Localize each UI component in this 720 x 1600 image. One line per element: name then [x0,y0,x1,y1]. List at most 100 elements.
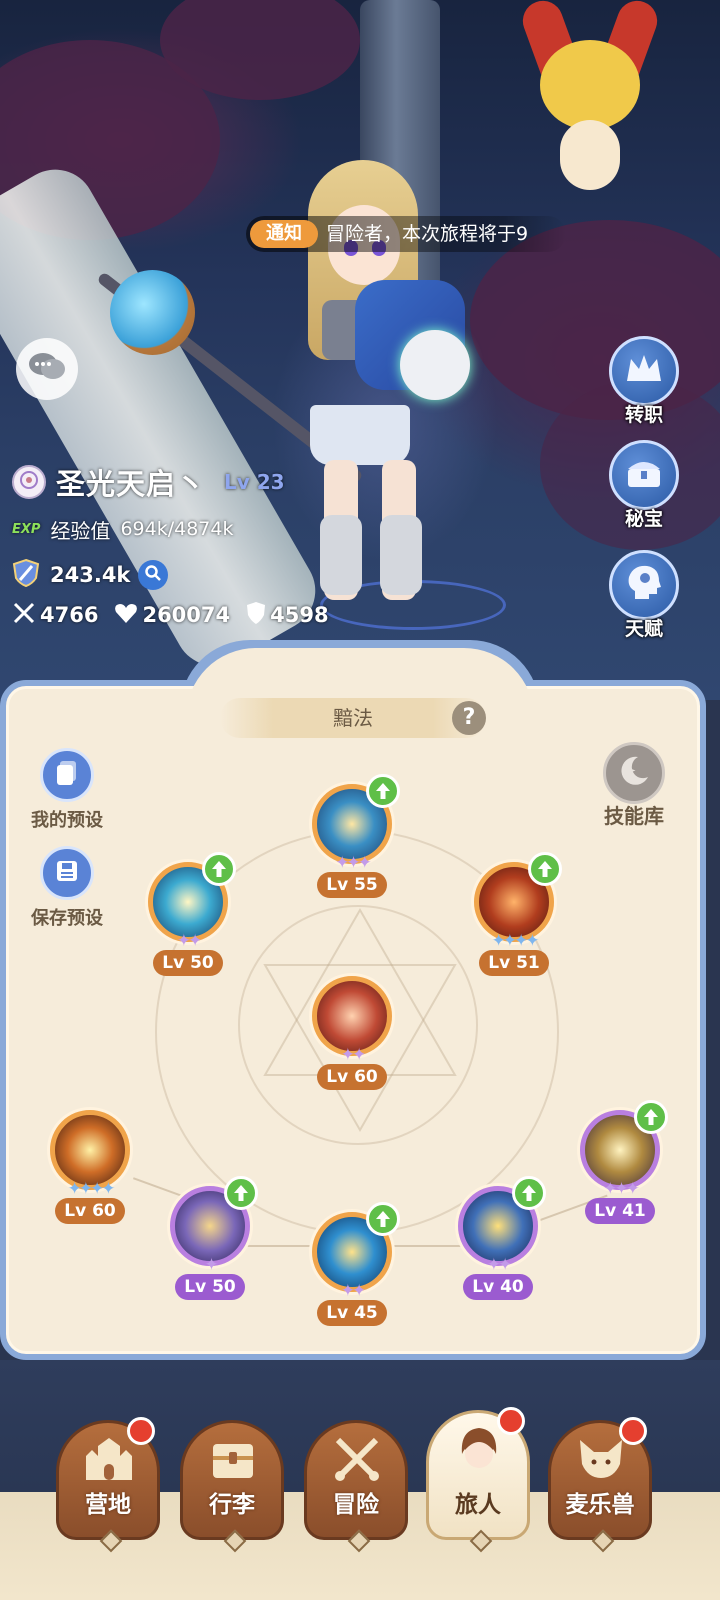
exp-value: 694k/4874k [120,518,234,540]
spirit-companion [400,330,470,400]
castle-icon [81,1433,137,1485]
preset-label: 我的预设 [31,810,103,831]
nav-label: 营地 [85,1492,131,1518]
nav-label: 麦乐兽 [565,1492,635,1518]
fox-icon [573,1433,629,1485]
staff-orb [110,270,195,355]
suitcase-icon [205,1433,261,1485]
skill-slot[interactable]: ✦✦✦ Lv 41 [570,1100,670,1240]
class-title-bar: 黯法 [220,698,486,738]
skill-slot[interactable]: ✦✦ Lv 40 [448,1176,548,1316]
attribute-row: 4766 260074 4598 [12,598,345,632]
notification-dot [127,1417,155,1445]
skill-stars: ✦✦ [176,931,203,951]
skill-stars: ✦✦ [486,1255,513,1275]
cards-icon [54,759,80,791]
nav-label: 旅人 [455,1492,501,1518]
skill-slot[interactable]: ✦✦✦✦ Lv 60 [40,1110,140,1240]
job-change-button[interactable]: 转职 [606,336,682,427]
heart-icon [114,602,138,629]
upgrade-arrow-icon[interactable] [366,774,400,808]
skill-stars: ✦✦✦✦ [67,1179,116,1199]
nav-pet[interactable]: 麦乐兽 [548,1417,652,1553]
emblem-icon [19,470,39,494]
nav-adventure[interactable]: 冒险 [304,1420,408,1553]
nav-traveler[interactable]: 旅人 [426,1407,530,1553]
skill-slot[interactable]: ✦✦✦ Lv 55 [302,774,402,914]
skill-stars: ✦✦✦ [335,853,372,873]
notice-tag: 通知 [250,220,318,248]
skill-icon [50,1110,130,1190]
search-icon [144,564,162,586]
skill-slot[interactable]: ✦ Lv 50 [160,1176,260,1316]
side-label: 秘宝 [624,508,663,530]
skill-level: Lv 41 [585,1198,655,1224]
notification-dot [497,1407,525,1435]
defense-value: 4598 [270,603,329,627]
shield-sword-icon [12,558,40,592]
nav-camp[interactable]: 营地 [56,1417,160,1553]
skill-slot[interactable]: ✦✦ Lv 50 [138,852,238,992]
skill-level: Lv 40 [463,1274,533,1300]
skill-stars: ✦✦ [340,1281,367,1301]
hp-value: 260074 [142,603,231,627]
skill-slot[interactable]: ✦✦ Lv 60 [302,976,402,1106]
skill-slot[interactable]: ✦✦ Lv 45 [302,1202,402,1342]
my-preset-button[interactable]: 我的预设 [12,748,122,832]
save-icon [54,858,80,888]
upgrade-arrow-icon[interactable] [202,852,236,886]
player-name: 圣光天启丶 [56,467,207,501]
upgrade-arrow-icon[interactable] [224,1176,258,1210]
shield-icon [246,601,266,630]
preset-label: 保存预设 [31,908,103,929]
nav-bag[interactable]: 行李 [180,1420,284,1553]
skill-level: Lv 50 [175,1274,245,1300]
nav-label: 冒险 [333,1492,379,1518]
skill-stars: ✦✦ [340,1045,367,1065]
skill-level: Lv 60 [317,1064,387,1090]
skill-icon [312,976,392,1056]
skill-slot[interactable]: ✦✦✦✦ Lv 51 [464,852,564,992]
skill-library-button[interactable]: 技能库 [596,742,672,829]
nav-label: 行李 [209,1492,255,1518]
upgrade-arrow-icon[interactable] [366,1202,400,1236]
skill-level: Lv 60 [55,1198,125,1224]
treasure-button[interactable]: 秘宝 [606,440,682,531]
pet-character[interactable] [517,0,663,190]
exp-badge: EXP [12,521,41,537]
exp-row: EXP 经验值 694k/4874k [12,512,233,546]
help-button[interactable]: ? [452,701,486,735]
skill-level: Lv 45 [317,1300,387,1326]
talent-button[interactable]: 天赋 [606,550,682,641]
head-brain-icon [623,563,665,607]
skill-stars: ✦✦✦✦ [491,931,540,951]
upgrade-arrow-icon[interactable] [528,852,562,886]
class-title: 黯法 [333,706,373,730]
save-preset-button[interactable]: 保存预设 [12,846,122,930]
player-name-row: 圣光天启丶 Lv 23 [12,460,285,504]
skill-stars: ✦✦✦ [603,1179,640,1199]
power-detail-button[interactable] [138,560,169,590]
notice-banner[interactable]: 通知 冒险者，本次旅程将于9 [246,216,566,252]
exp-label: 经验值 [50,518,111,543]
combat-power: 243.4k [50,563,131,587]
notification-dot [619,1417,647,1445]
side-label: 天赋 [624,618,663,640]
traveler-portrait-icon [451,1423,507,1475]
upgrade-arrow-icon[interactable] [634,1100,668,1134]
moon-star-icon [616,753,652,793]
chat-button[interactable] [16,338,78,400]
player-level: Lv 23 [224,470,285,494]
upgrade-arrow-icon[interactable] [512,1176,546,1210]
player-avatar[interactable] [12,465,46,499]
skill-stars: ✦ [204,1255,218,1275]
skill-level: Lv 55 [317,872,387,898]
attack-value: 4766 [40,603,99,627]
notice-text: 冒险者，本次旅程将于9 [326,223,529,245]
skill-level: Lv 50 [153,950,223,976]
side-label: 转职 [624,404,663,426]
treasure-chest-icon [623,455,665,495]
chat-bubble-icon [27,350,67,388]
power-row: 243.4k [12,558,169,592]
crown-icon [623,351,665,391]
